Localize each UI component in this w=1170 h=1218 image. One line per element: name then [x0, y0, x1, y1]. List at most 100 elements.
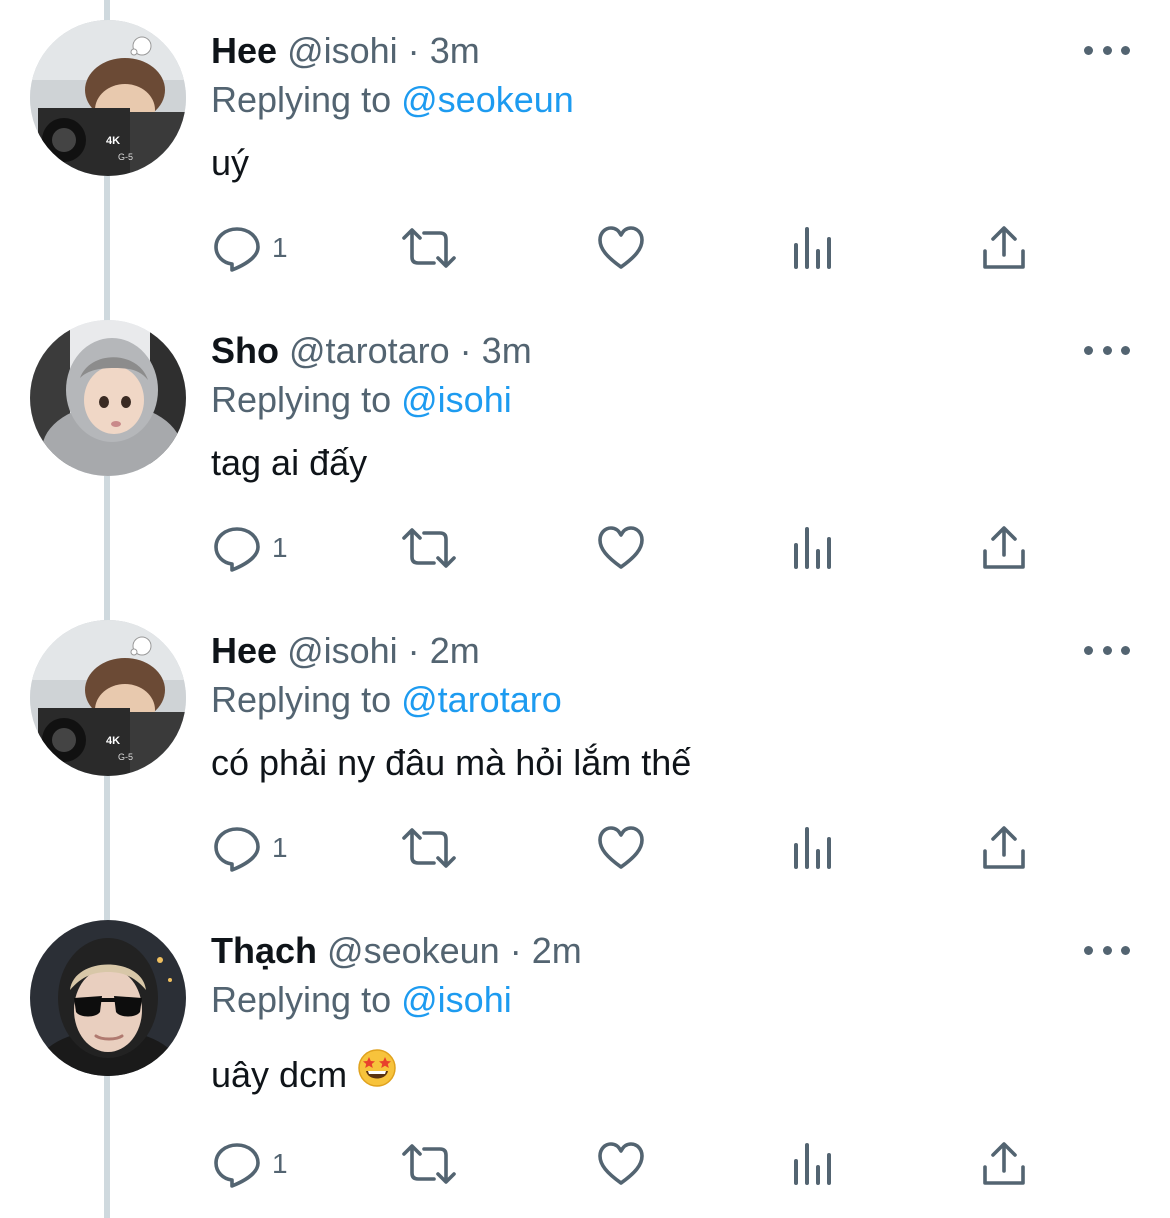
tweet-text: uý — [211, 142, 250, 183]
views-bar-chart-icon — [794, 527, 831, 569]
user-handle[interactable]: @seokeun — [327, 930, 500, 971]
share-button[interactable] — [981, 500, 1027, 596]
tweet-text-row: uây dcm — [211, 1049, 397, 1098]
timestamp[interactable]: 3m — [482, 330, 532, 371]
more-options-button[interactable] — [1084, 38, 1130, 62]
heart-icon — [598, 826, 644, 869]
tweet-header: Sho @tarotaro · 3m — [211, 330, 532, 372]
reply-count: 1 — [272, 232, 288, 263]
avatar-photo-hoodie-boy — [30, 320, 186, 476]
replying-to-line: Replying to @isohi — [211, 379, 512, 421]
share-upload-icon — [983, 826, 1025, 869]
retweet-icon — [402, 1144, 456, 1184]
reply-button[interactable]: 1 — [212, 200, 288, 296]
user-handle[interactable]: @isohi — [287, 30, 398, 71]
replying-to-mention[interactable]: @tarotaro — [401, 679, 562, 720]
more-horizontal-icon — [1084, 45, 1093, 55]
tweet-header: Thạch @seokeun · 2m — [211, 930, 582, 972]
reply-icon — [214, 827, 260, 872]
replying-to-mention[interactable]: @isohi — [401, 979, 512, 1020]
separator-dot: · — [407, 630, 420, 671]
share-upload-icon — [983, 526, 1025, 569]
tweet-actions: 1 — [0, 200, 1170, 296]
like-button[interactable] — [597, 1116, 645, 1212]
more-options-button[interactable] — [1084, 638, 1130, 662]
more-options-button[interactable] — [1084, 938, 1130, 962]
share-upload-icon — [983, 1142, 1025, 1185]
tweet[interactable]: Sho @tarotaro · 3m Replying to @isohi ta… — [0, 300, 1170, 600]
separator-dot: · — [459, 330, 472, 371]
more-horizontal-icon — [1102, 45, 1112, 55]
tweet-actions: 1 — [0, 800, 1170, 896]
reply-count: 1 — [272, 832, 288, 863]
retweet-button[interactable] — [400, 1116, 458, 1212]
replying-to-mention[interactable]: @seokeun — [401, 79, 574, 120]
more-horizontal-icon — [1121, 945, 1130, 955]
like-button[interactable] — [597, 800, 645, 896]
more-horizontal-icon — [1084, 945, 1093, 955]
tweet[interactable]: Thạch @seokeun · 2m Replying to @isohi u… — [0, 900, 1170, 1200]
views-bar-chart-icon — [794, 1143, 831, 1185]
display-name[interactable]: Hee — [211, 630, 277, 671]
tweet-text: uây dcm — [211, 1054, 348, 1095]
separator-dot: · — [407, 30, 420, 71]
reply-count: 1 — [272, 1148, 288, 1179]
svg-text:G-5: G-5 — [118, 152, 133, 162]
display-name[interactable]: Hee — [211, 30, 277, 71]
reply-button[interactable]: 1 — [212, 800, 288, 896]
more-horizontal-icon — [1121, 345, 1130, 355]
timestamp[interactable]: 3m — [430, 30, 480, 71]
more-horizontal-icon — [1084, 345, 1093, 355]
separator-dot: · — [509, 930, 522, 971]
views-button[interactable] — [792, 1116, 834, 1212]
tweet[interactable]: 4K G-5 Hee @isohi · 2m Replying to @taro… — [0, 600, 1170, 900]
replying-to-line: Replying to @tarotaro — [211, 679, 562, 721]
reply-button[interactable]: 1 — [212, 1116, 288, 1212]
svg-text:4K: 4K — [106, 135, 120, 147]
tweet-actions: 1 — [0, 1116, 1170, 1212]
views-bar-chart-icon — [794, 827, 831, 869]
star-struck-emoji — [357, 1048, 397, 1098]
replying-to-label: Replying to — [211, 979, 392, 1020]
retweet-icon — [402, 228, 456, 268]
share-button[interactable] — [981, 200, 1027, 296]
views-button[interactable] — [792, 200, 834, 296]
tweet-header: Hee @isohi · 3m — [211, 30, 480, 72]
replying-to-label: Replying to — [211, 379, 392, 420]
replying-to-line: Replying to @isohi — [211, 979, 512, 1021]
share-upload-icon — [983, 226, 1025, 269]
more-options-button[interactable] — [1084, 338, 1130, 362]
heart-icon — [598, 526, 644, 569]
retweet-icon — [402, 828, 456, 868]
avatar[interactable] — [30, 920, 186, 1076]
avatar-photo-sunglasses-boy — [30, 920, 186, 1076]
share-button[interactable] — [981, 800, 1027, 896]
avatar[interactable]: 4K G-5 — [30, 620, 186, 776]
replying-to-mention[interactable]: @isohi — [401, 379, 512, 420]
reply-icon — [214, 1143, 260, 1188]
share-button[interactable] — [981, 1116, 1027, 1212]
retweet-button[interactable] — [400, 800, 458, 896]
svg-text:G-5: G-5 — [118, 752, 133, 762]
user-handle[interactable]: @tarotaro — [289, 330, 450, 371]
timestamp[interactable]: 2m — [430, 630, 480, 671]
display-name[interactable]: Sho — [211, 330, 279, 371]
heart-icon — [598, 226, 644, 269]
avatar[interactable] — [30, 320, 186, 476]
avatar[interactable]: 4K G-5 — [30, 20, 186, 176]
views-button[interactable] — [792, 800, 834, 896]
retweet-button[interactable] — [400, 500, 458, 596]
more-horizontal-icon — [1084, 645, 1093, 655]
display-name[interactable]: Thạch — [211, 930, 317, 971]
timestamp[interactable]: 2m — [532, 930, 582, 971]
like-button[interactable] — [597, 200, 645, 296]
like-button[interactable] — [597, 500, 645, 596]
views-button[interactable] — [792, 500, 834, 596]
retweet-button[interactable] — [400, 200, 458, 296]
user-handle[interactable]: @isohi — [287, 630, 398, 671]
more-horizontal-icon — [1102, 345, 1112, 355]
reply-button[interactable]: 1 — [212, 500, 288, 596]
more-horizontal-icon — [1121, 645, 1130, 655]
tweet[interactable]: 4K G-5 Hee @isohi · 3m Replying to @seok… — [0, 0, 1170, 300]
tweet-actions: 1 — [0, 500, 1170, 596]
